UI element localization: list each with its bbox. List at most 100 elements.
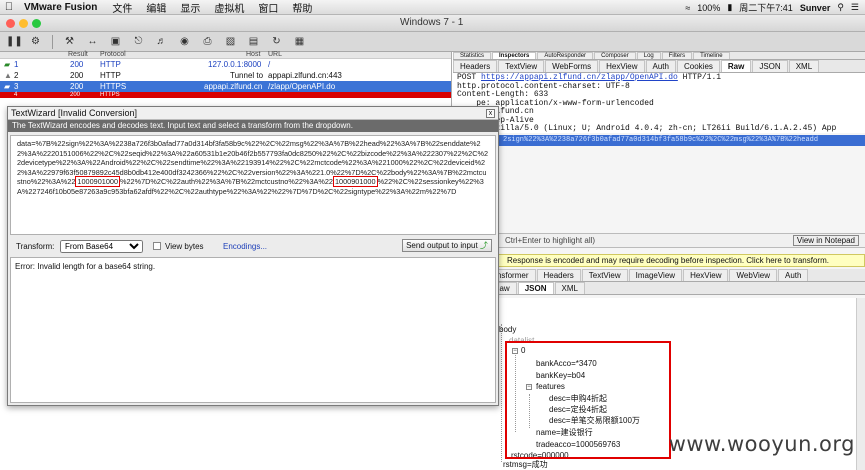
session-row[interactable]: 4 200 HTTPS [0,92,451,98]
textwizard-output[interactable]: Error: Invalid length for a base64 strin… [10,257,496,403]
status-area: ≈ 100% ▮ 周二下午7:41 Sunver ⚲ ☰ [685,0,859,15]
view-bytes-checkbox[interactable] [153,242,161,250]
request-tabs: Headers TextView WebForms HexView Auth C… [453,60,865,73]
app-menu[interactable]: VMware Fusion [24,2,97,13]
request-body-selected[interactable]: 2sign%22%3A%2238a726f3b0afad77a0d314bf3f… [453,135,865,146]
tunnel-lock-icon: ▲ [4,71,12,80]
req-tab-textview[interactable]: TextView [498,60,545,72]
input-text: %22%7D%2C%22auth%22%3A%7B%22mctcustno%22… [120,177,333,186]
battery-icon[interactable]: ▮ [727,2,732,13]
textwizard-input[interactable]: data=%7B%22sign%22%3A%2238a726f3b0afad77… [10,135,496,235]
clock[interactable]: 周二下午7:41 [739,1,793,14]
req-tab-xml[interactable]: XML [788,60,820,72]
close-window-icon[interactable] [6,19,15,28]
decode-warning-bar[interactable]: Response is encoded and may require deco… [453,254,865,267]
col-protocol[interactable]: Protocol [100,51,126,58]
resp-tab-headers[interactable]: Headers [536,269,581,281]
apple-menu-icon[interactable]:  [0,1,18,13]
session-host: appapi.zlfund.cn [204,82,263,91]
req-tab-headers[interactable]: Headers [453,60,498,72]
req-tab-json[interactable]: JSON [752,60,788,72]
resp-tab-webview[interactable]: WebView [729,269,777,281]
close-icon[interactable]: x [486,109,495,118]
view-in-notepad-button[interactable]: View in Notepad [792,235,859,246]
req-tab-auth[interactable]: Auth [645,60,676,72]
refresh-icon[interactable]: ↻ [270,36,283,48]
fiddler-window: Result Protocol Host URL ▰ 1 200 HTTP 12… [0,51,865,470]
session-list-header: Result Protocol Host URL [0,51,451,59]
req-tab-hexview[interactable]: HexView [599,60,645,72]
col-host[interactable]: Host [246,51,260,58]
sharing-icon[interactable]: ▤ [247,36,260,48]
resp-tab-hexview[interactable]: HexView [683,269,729,281]
tab-statistics[interactable]: Statistics [453,52,492,59]
menu-file[interactable]: 文件 [112,0,132,15]
watermark: www.wooyun.org [668,432,855,456]
request-url-link[interactable]: https://appapi.zlfund.cn/zlapp/OpenAPI.d… [481,73,678,82]
resp-tab-auth[interactable]: Auth [777,269,809,281]
battery-percent: 100% [697,2,721,13]
session-num: 3 [14,82,19,91]
session-row[interactable]: ▲ 2 200 HTTP Tunnel to appapi.zlfund.cn:… [0,70,451,81]
menu-vm[interactable]: 虚拟机 [214,0,244,15]
menu-view[interactable]: 显示 [180,0,200,15]
req-tab-raw[interactable]: Raw [720,60,752,72]
inspector-top-tabs: Statistics Inspectors AutoResponder Comp… [453,52,865,60]
zoom-window-icon[interactable] [32,19,41,28]
encodings-link[interactable]: Encodings... [223,242,267,251]
tab-composer[interactable]: Composer [594,52,636,59]
req-tab-cookies[interactable]: Cookies [676,60,720,72]
transform-select[interactable]: From Base64 [60,240,143,253]
user-name[interactable]: Sunver [800,3,831,13]
session-row[interactable]: ▰ 1 200 HTTP 127.0.0.1:8000 / [0,59,451,70]
tree-node-rstmsg[interactable]: rstmsg=成功 [503,460,548,470]
menu-edit[interactable]: 编辑 [146,0,166,15]
network-icon[interactable]: ↔ [86,36,99,48]
resp-tab-textview[interactable]: TextView [581,269,628,281]
printer-icon[interactable]: ⎙ [201,36,214,48]
req-tab-webforms[interactable]: WebForms [545,60,599,72]
wrench-icon[interactable]: ⚒ [63,36,76,48]
textwizard-title: TextWizard [Invalid Conversion] [11,108,138,118]
window-titlebar: Windows 7 - 1 [0,15,865,32]
tree-scrollbar[interactable] [856,298,865,470]
session-row-selected[interactable]: ▰ 3 200 HTTPS appapi.zlfund.cn /zlapp/Op… [0,81,451,92]
session-protocol: HTTPS [100,82,127,91]
resp-tab-xml[interactable]: XML [554,282,585,294]
request-raw-text[interactable]: POST https://appapi.zlfund.cn/zlapp/Open… [453,73,865,133]
tab-log[interactable]: Log [636,52,661,59]
tab-inspectors[interactable]: Inspectors [492,52,537,59]
settings-icon[interactable]: ⚙ [29,36,42,48]
minimize-window-icon[interactable] [19,19,28,28]
col-result[interactable]: Result [68,51,88,58]
pause-icon[interactable]: ❚❚ [6,36,23,48]
tab-autoresponder[interactable]: AutoResponder [537,52,594,59]
tree-node-body[interactable]: body [499,325,516,335]
camera-icon[interactable]: ◉ [178,36,191,48]
tab-filters[interactable]: Filters [661,52,693,59]
wifi-icon[interactable]: ≈ [685,3,690,13]
sound-icon[interactable]: ♬ [155,36,168,48]
usb-icon[interactable]: ⎋ [132,36,145,48]
menu-window[interactable]: 窗口 [258,0,278,15]
send-output-button[interactable]: Send output to input ⤴ [402,239,492,252]
lock-icon[interactable]: ▧ [224,36,237,48]
mac-menubar:  VMware Fusion 文件 编辑 显示 虚拟机 窗口 帮助 ≈ 100… [0,0,865,15]
menu-help[interactable]: 帮助 [292,0,312,15]
resp-tab-imageview[interactable]: ImageView [628,269,683,281]
fullscreen-icon[interactable]: ▦ [293,36,306,48]
view-bytes-label[interactable]: View bytes [165,242,204,251]
col-url[interactable]: URL [268,51,282,58]
search-icon[interactable]: ⚲ [837,2,844,13]
resp-tab-json[interactable]: JSON [517,282,554,294]
vm-toolbar: ❚❚ ⚙ ⚒ ↔ ▣ ⎋ ♬ ◉ ⎙ ▧ ▤ ↻ ▦ [0,32,865,52]
menu-list-icon[interactable]: ☰ [851,2,859,13]
session-num: 1 [14,60,19,69]
disk-icon[interactable]: ▣ [109,36,122,48]
session-result: 200 [70,82,84,91]
highlight-mctcustno: 1000901000 [75,176,121,187]
session-host: Tunnel to [230,71,264,80]
session-host: 127.0.0.1:8000 [208,60,262,69]
textwizard-titlebar: TextWizard [Invalid Conversion] x [8,107,498,120]
tab-timeline[interactable]: Timeline [693,52,730,59]
